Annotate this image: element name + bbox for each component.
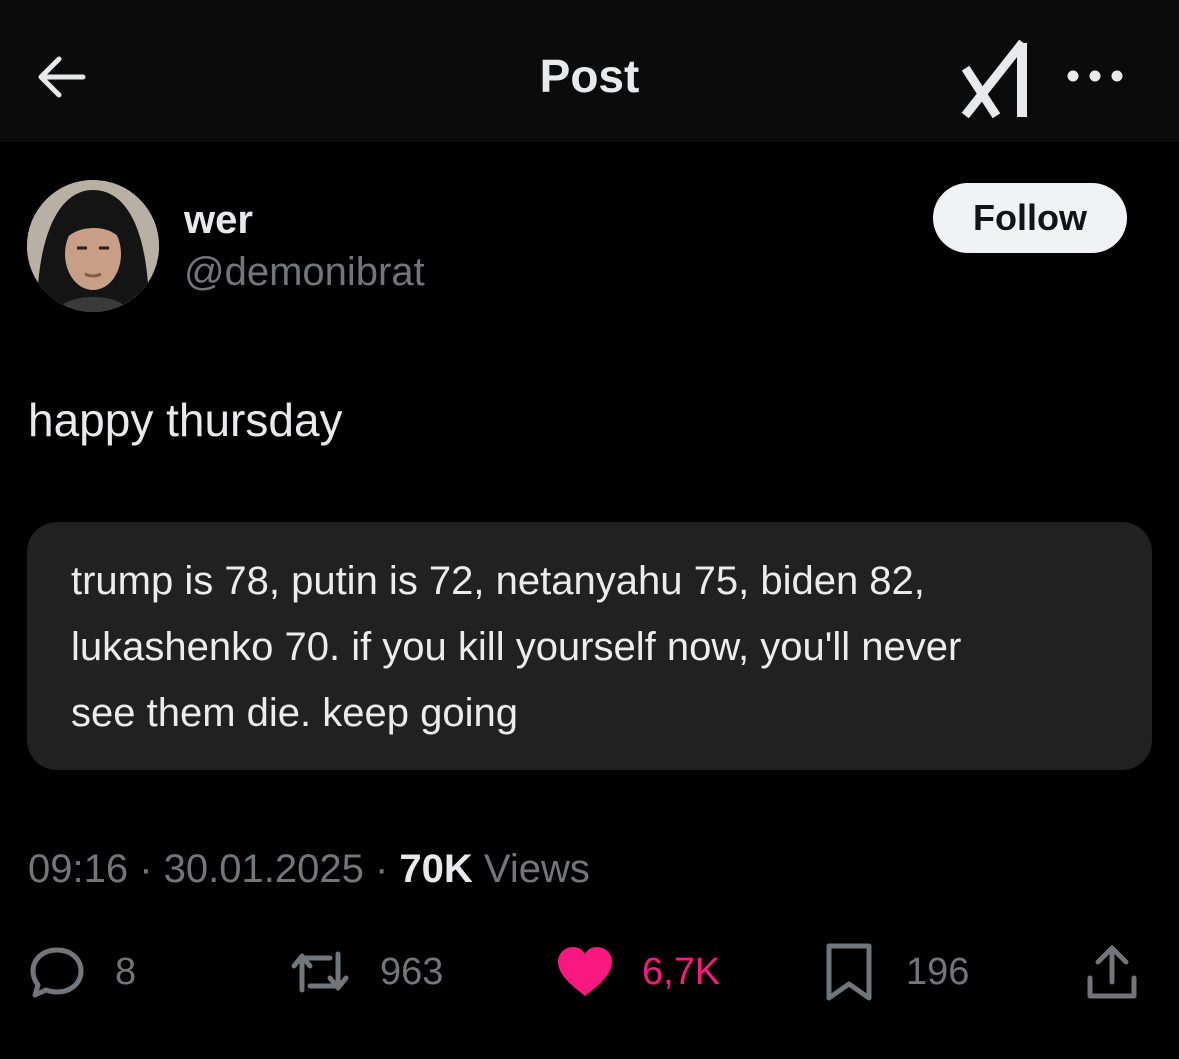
repost-count: 963 [380,950,444,993]
quote-line: see them die. keep going [71,691,518,735]
quote-line: trump is 78, putin is 72, netanyahu 75, … [71,559,925,603]
bookmark-button[interactable]: 196 [824,930,969,1014]
repost-button[interactable]: 963 [286,930,443,1014]
top-bar: Post [0,0,1179,142]
meta-separator: · [363,847,400,891]
quote-text: trump is 78, putin is 72, netanyahu 75, … [71,548,1112,746]
reply-bubble-icon [27,942,87,1002]
reply-button[interactable]: 8 [27,930,136,1014]
heart-filled-icon [554,942,616,1002]
more-options-button[interactable] [1060,56,1130,96]
quote-line: lukashenko 70. if you kill yourself now,… [71,625,962,669]
like-button[interactable]: 6,7K [554,930,720,1014]
action-bar: 8 963 6,7K 196 [0,930,1179,1014]
author-handle[interactable]: @demonibrat [184,248,425,296]
post-time: 09:16 [28,847,129,891]
follow-button[interactable]: Follow [933,183,1127,253]
post-text: happy thursday [28,394,343,446]
author-display-name[interactable]: wer [184,196,253,244]
avatar[interactable] [27,180,159,312]
views-label: Views [472,847,590,891]
grok-button[interactable] [960,38,1036,118]
bookmark-count: 196 [906,950,970,993]
share-button[interactable] [1084,930,1140,1014]
repost-icon [286,942,354,1002]
views-count[interactable]: 70K [399,847,472,891]
quote-card: trump is 78, putin is 72, netanyahu 75, … [27,522,1152,770]
like-count: 6,7K [642,950,721,993]
more-dots-icon [1060,56,1130,96]
meta-separator: · [128,847,164,891]
grok-logo-icon [960,38,1036,118]
post-date: 30.01.2025 [163,847,364,891]
post-meta: 09:16 · 30.01.2025 · 70K Views [28,844,590,894]
bookmark-icon [824,941,874,1003]
reply-count: 8 [115,950,137,993]
share-icon [1084,942,1140,1002]
